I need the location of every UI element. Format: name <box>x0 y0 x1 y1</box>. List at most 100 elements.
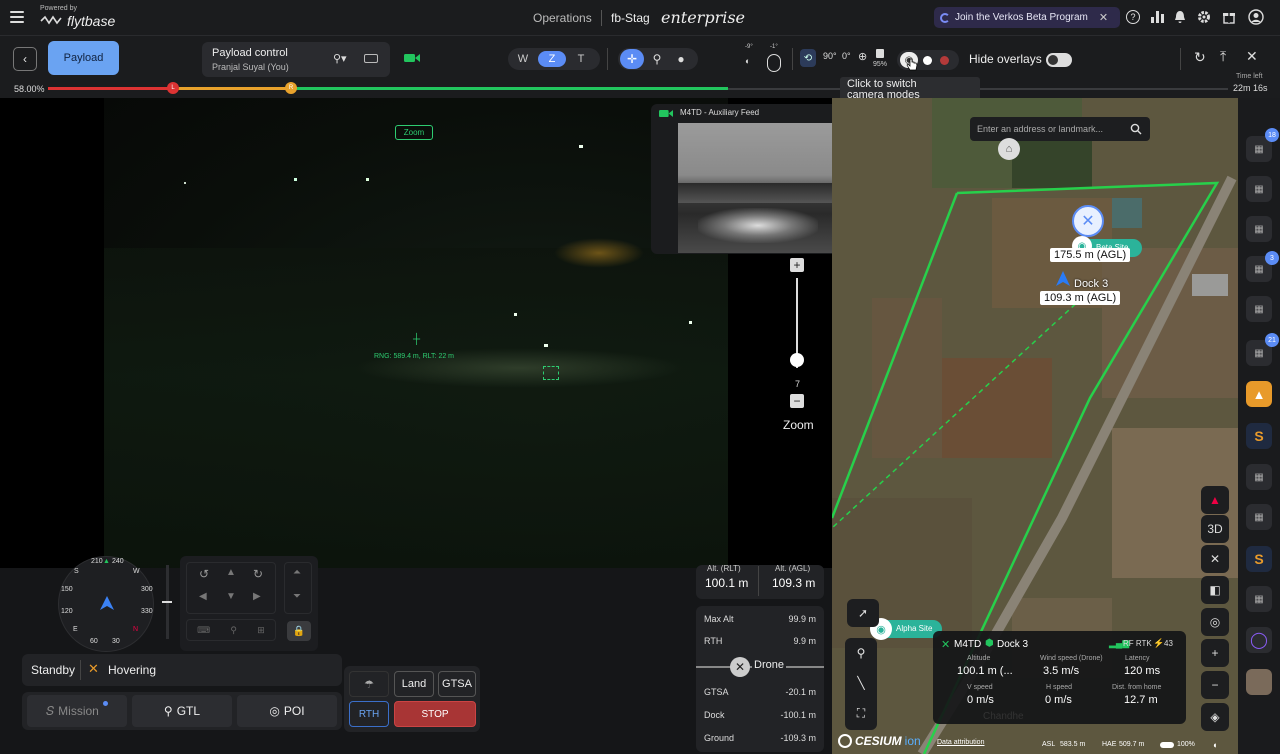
photo-mode-icon[interactable] <box>918 55 936 65</box>
rth-button[interactable]: RTH <box>349 701 389 727</box>
ascend-icon[interactable]: ⏶ <box>293 567 301 578</box>
gimbal-reset-icon[interactable]: ⤒ <box>1220 48 1226 65</box>
grid-app-icon[interactable]: ▦ <box>1246 216 1272 242</box>
layers-icon[interactable]: ◈ <box>1201 703 1229 731</box>
latency-label: Latency <box>1125 655 1150 662</box>
gimbal-recenter-icon[interactable]: ⟲ <box>800 49 816 67</box>
data-attribution-link[interactable]: Data attribution <box>937 739 984 746</box>
cesium-logo: CESIUM ion <box>838 734 921 748</box>
map-view[interactable]: Enter an address or landmark... ⌂ ✕ Beta… <box>832 98 1238 754</box>
close-icon[interactable]: ✕ <box>1099 11 1108 24</box>
forward-icon[interactable]: ▲ <box>226 567 236 578</box>
grid-app-icon[interactable]: ▦ <box>1246 586 1272 612</box>
direction-pad: ↺ ▲ ↻ ◀ ▼ ▶ <box>186 562 276 614</box>
lens-zoom-button[interactable]: Z <box>538 51 566 67</box>
gimbal-center-icon[interactable]: ⊕ <box>858 50 867 63</box>
integration-app-icon[interactable]: ◯ <box>1246 627 1272 653</box>
refresh-icon[interactable]: ↻ <box>1194 49 1206 66</box>
gamepad-icon[interactable]: ⊞ <box>257 625 265 636</box>
zoom-out-button[interactable]: − <box>790 394 804 408</box>
nav-operations[interactable]: Operations <box>533 11 592 25</box>
rotate-left-icon[interactable]: ↺ <box>199 567 209 581</box>
bell-icon[interactable] <box>1174 10 1186 24</box>
pin-tool-icon[interactable]: ⚲ <box>845 638 877 668</box>
beta-banner[interactable]: Join the Verkos Beta Program ✕ <box>934 7 1120 28</box>
dock-focus-icon[interactable]: ◧ <box>1201 576 1229 604</box>
gimbal-90-button[interactable]: 90° <box>823 51 837 61</box>
compass-330: 330 <box>141 608 153 615</box>
drone-focus-icon[interactable]: ✕ <box>1201 545 1229 573</box>
zoom-slider-handle[interactable] <box>790 353 804 367</box>
dock-marker-icon[interactable]: ⌂ <box>998 138 1020 160</box>
poi-label: POI <box>283 704 305 718</box>
help-icon[interactable]: ? <box>1126 10 1140 24</box>
light-point <box>294 178 297 181</box>
right-icon[interactable]: ▶ <box>253 591 261 602</box>
altitude-slider-handle[interactable] <box>162 601 172 603</box>
analytics-icon[interactable] <box>1151 11 1164 23</box>
search-input[interactable]: Enter an address or landmark... <box>977 124 1103 134</box>
joystick-icon[interactable]: ⚲▾ <box>333 52 347 65</box>
lens-wide-button[interactable]: W <box>508 53 538 65</box>
org-name[interactable]: fb-Stag <box>611 11 650 25</box>
poi-button[interactable]: ◎ POI <box>237 695 337 727</box>
flytbase-logo-icon <box>40 15 62 25</box>
joystick-icon[interactable]: ⚲ <box>230 625 237 636</box>
grid-app-icon[interactable]: ▦ <box>1246 176 1272 202</box>
land-button[interactable]: Land <box>394 671 434 697</box>
drone-icon[interactable]: ✕ <box>1246 48 1258 65</box>
mission-icon: 𝑆 <box>46 703 55 718</box>
menu-icon[interactable] <box>10 11 24 23</box>
grid-app-icon[interactable]: ▦ <box>1246 464 1272 490</box>
zoom-in-button[interactable]: + <box>790 258 804 272</box>
stop-button[interactable]: STOP <box>394 701 476 727</box>
keyboard-icon[interactable]: ⌨ <box>197 625 210 636</box>
payload-tab-button[interactable]: Payload <box>48 41 119 75</box>
map-search[interactable]: Enter an address or landmark... <box>970 117 1150 141</box>
integration-app-icon[interactable]: S <box>1246 546 1272 572</box>
hide-overlays-toggle[interactable] <box>1046 53 1072 67</box>
mission-button[interactable]: 𝑆 Mission <box>27 695 127 727</box>
spinner-icon <box>940 12 950 23</box>
lens-thermal-button[interactable]: T <box>566 53 596 65</box>
pin-icon[interactable]: ⚲ <box>644 52 670 66</box>
user-avatar-icon[interactable] <box>1248 9 1264 25</box>
grid-app-icon[interactable]: ▦ <box>1246 296 1272 322</box>
gear-icon[interactable] <box>1197 10 1211 24</box>
keyboard-icon[interactable] <box>364 54 378 63</box>
integration-app-icon[interactable]: ▲ <box>1246 381 1272 407</box>
drone-marker-icon[interactable]: ✕ <box>1072 205 1104 237</box>
locate-icon[interactable]: ◎ <box>1201 608 1229 636</box>
back-button[interactable]: ‹ <box>13 47 37 71</box>
grid-app-icon[interactable]: ▦ <box>1246 504 1272 530</box>
crosshair-icon[interactable]: ✛ <box>620 49 644 69</box>
gtl-button[interactable]: ⚲ GTL <box>132 695 232 727</box>
parachute-icon[interactable]: ☂ <box>349 671 389 697</box>
gtsa-button[interactable]: GTSA <box>438 671 476 697</box>
drone-info-card[interactable]: ✕ M4TD ⬢ Dock 3 ▂▄▆ RF RTK ⚡ 43 Altitude… <box>933 631 1186 724</box>
rotate-right-icon[interactable]: ↻ <box>253 567 263 581</box>
dock-name: Dock 3 <box>997 639 1029 650</box>
divider <box>601 10 602 26</box>
map-zoom-in-button[interactable]: + <box>1201 639 1229 667</box>
left-icon[interactable]: ◀ <box>199 591 207 602</box>
area-tool-icon[interactable]: ⛶ <box>845 698 877 728</box>
drone-heading-arrow-icon <box>100 596 114 610</box>
integration-app-icon[interactable] <box>1246 669 1272 695</box>
lock-icon[interactable]: 🔒 <box>287 621 311 641</box>
video-camera-icon[interactable] <box>404 53 420 63</box>
gift-icon[interactable] <box>1222 10 1236 24</box>
descend-icon[interactable]: ⏷ <box>293 591 301 602</box>
compass-rose-icon[interactable]: ➚ <box>847 599 879 627</box>
pin-icon: ⚲ <box>163 704 173 718</box>
search-icon[interactable] <box>1130 123 1142 135</box>
3d-toggle-button[interactable]: 3D <box>1201 515 1229 543</box>
integration-app-icon[interactable]: S <box>1246 423 1272 449</box>
back-icon[interactable]: ▼ <box>226 591 236 602</box>
north-compass-icon[interactable]: ▲ <box>1201 486 1229 514</box>
gimbal-0-button[interactable]: 0° <box>842 51 851 61</box>
map-zoom-out-button[interactable]: − <box>1201 671 1229 699</box>
line-tool-icon[interactable]: ╲ <box>845 668 877 698</box>
record-mode-icon[interactable] <box>936 55 952 65</box>
marker-icon[interactable]: ● <box>670 52 692 66</box>
